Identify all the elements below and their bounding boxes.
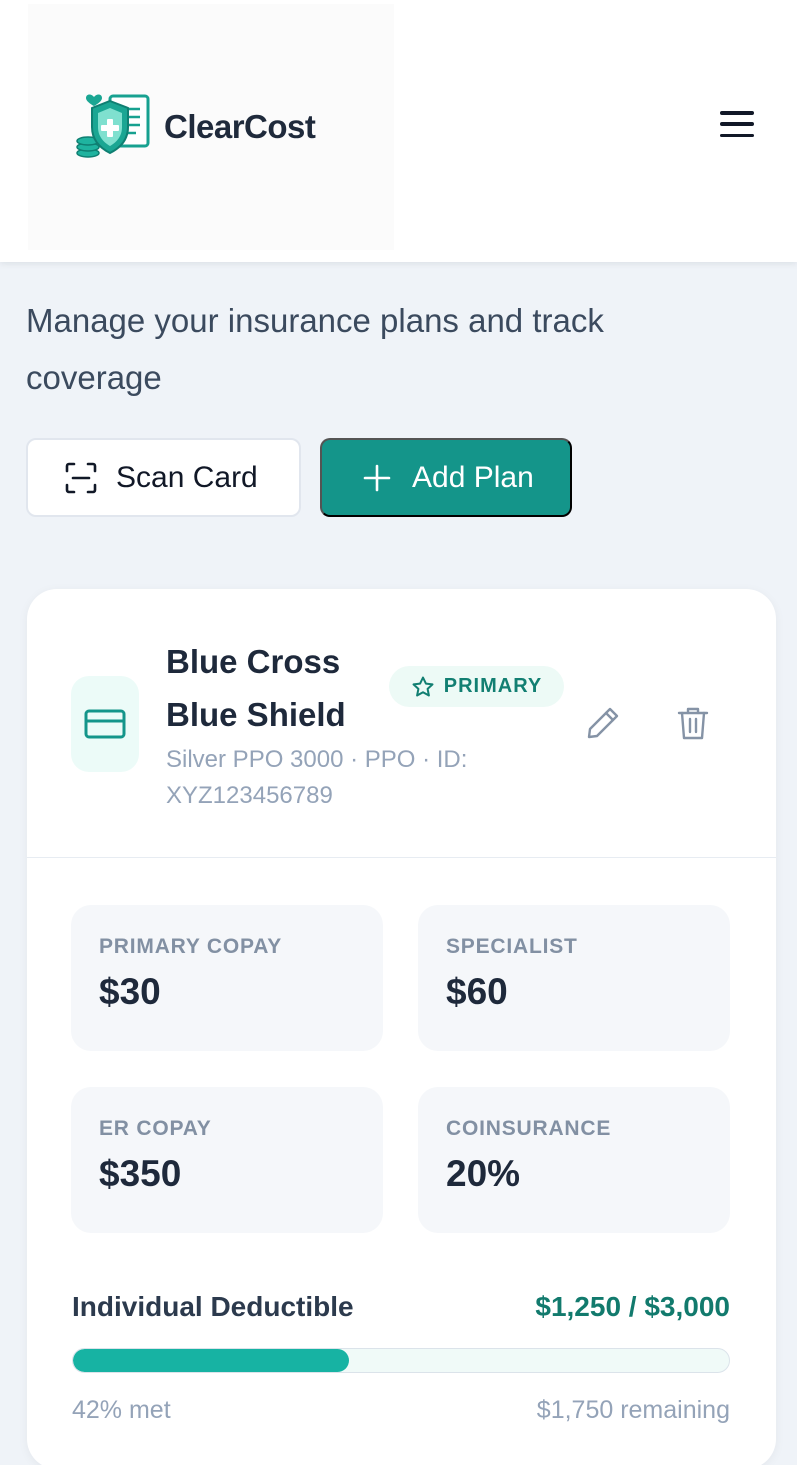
- stat-primary-copay: PRIMARY COPAY $30: [71, 905, 383, 1051]
- plan-name: Blue Cross Blue Shield: [166, 643, 346, 733]
- pencil-icon[interactable]: [583, 703, 623, 743]
- scan-card-button[interactable]: Scan Card: [26, 438, 301, 517]
- app-header: ClearCost: [0, 0, 797, 262]
- brand-logo[interactable]: ClearCost: [28, 4, 394, 250]
- stat-specialist: SPECIALIST $60: [418, 905, 730, 1051]
- insurance-plan-card: Blue Cross Blue Shield PRIMARY Silver PP…: [27, 589, 776, 1465]
- deductible-label: Individual Deductible: [72, 1291, 354, 1322]
- deductible-met-text: 42% met: [72, 1396, 171, 1424]
- card-divider: [27, 857, 776, 858]
- stat-label: SPECIALIST: [446, 935, 578, 958]
- star-icon: [412, 676, 434, 696]
- stat-value: 20%: [446, 1153, 521, 1194]
- brand-name: ClearCost: [164, 108, 316, 145]
- page-subtitle: Manage your insurance plans and track co…: [26, 302, 604, 396]
- credit-card-icon: [84, 709, 126, 739]
- stat-value: $30: [99, 971, 161, 1012]
- shield-plus-coins-icon: [76, 94, 150, 158]
- stat-value: $350: [99, 1153, 182, 1194]
- deductible-progress-fill: [73, 1349, 349, 1372]
- stat-label: COINSURANCE: [446, 1117, 612, 1140]
- add-plan-button[interactable]: Add Plan: [320, 438, 572, 517]
- trash-icon[interactable]: [673, 703, 713, 743]
- plan-card-icon-tile: [71, 676, 139, 772]
- stat-label: ER COPAY: [99, 1117, 212, 1140]
- deductible-progress-bar: [72, 1348, 730, 1373]
- plus-icon: [363, 464, 391, 491]
- plan-details: Silver PPO 3000 · PPO · ID: XYZ123456789: [166, 746, 468, 809]
- primary-badge: PRIMARY: [389, 666, 564, 707]
- stat-er-copay: ER COPAY $350: [71, 1087, 383, 1233]
- primary-badge-label: PRIMARY: [443, 675, 543, 697]
- add-plan-label: Add Plan: [412, 460, 534, 494]
- scan-card-label: Scan Card: [116, 460, 258, 494]
- scan-frame-icon: [65, 462, 97, 493]
- deductible-remaining-text: $1,750 remaining: [536, 1396, 730, 1424]
- hamburger-menu-icon[interactable]: [718, 108, 756, 140]
- deductible-amount: $1,250 / $3,000: [535, 1291, 730, 1322]
- stat-label: PRIMARY COPAY: [99, 935, 283, 958]
- stat-value: $60: [446, 971, 508, 1012]
- stat-coinsurance: COINSURANCE 20%: [418, 1087, 730, 1233]
